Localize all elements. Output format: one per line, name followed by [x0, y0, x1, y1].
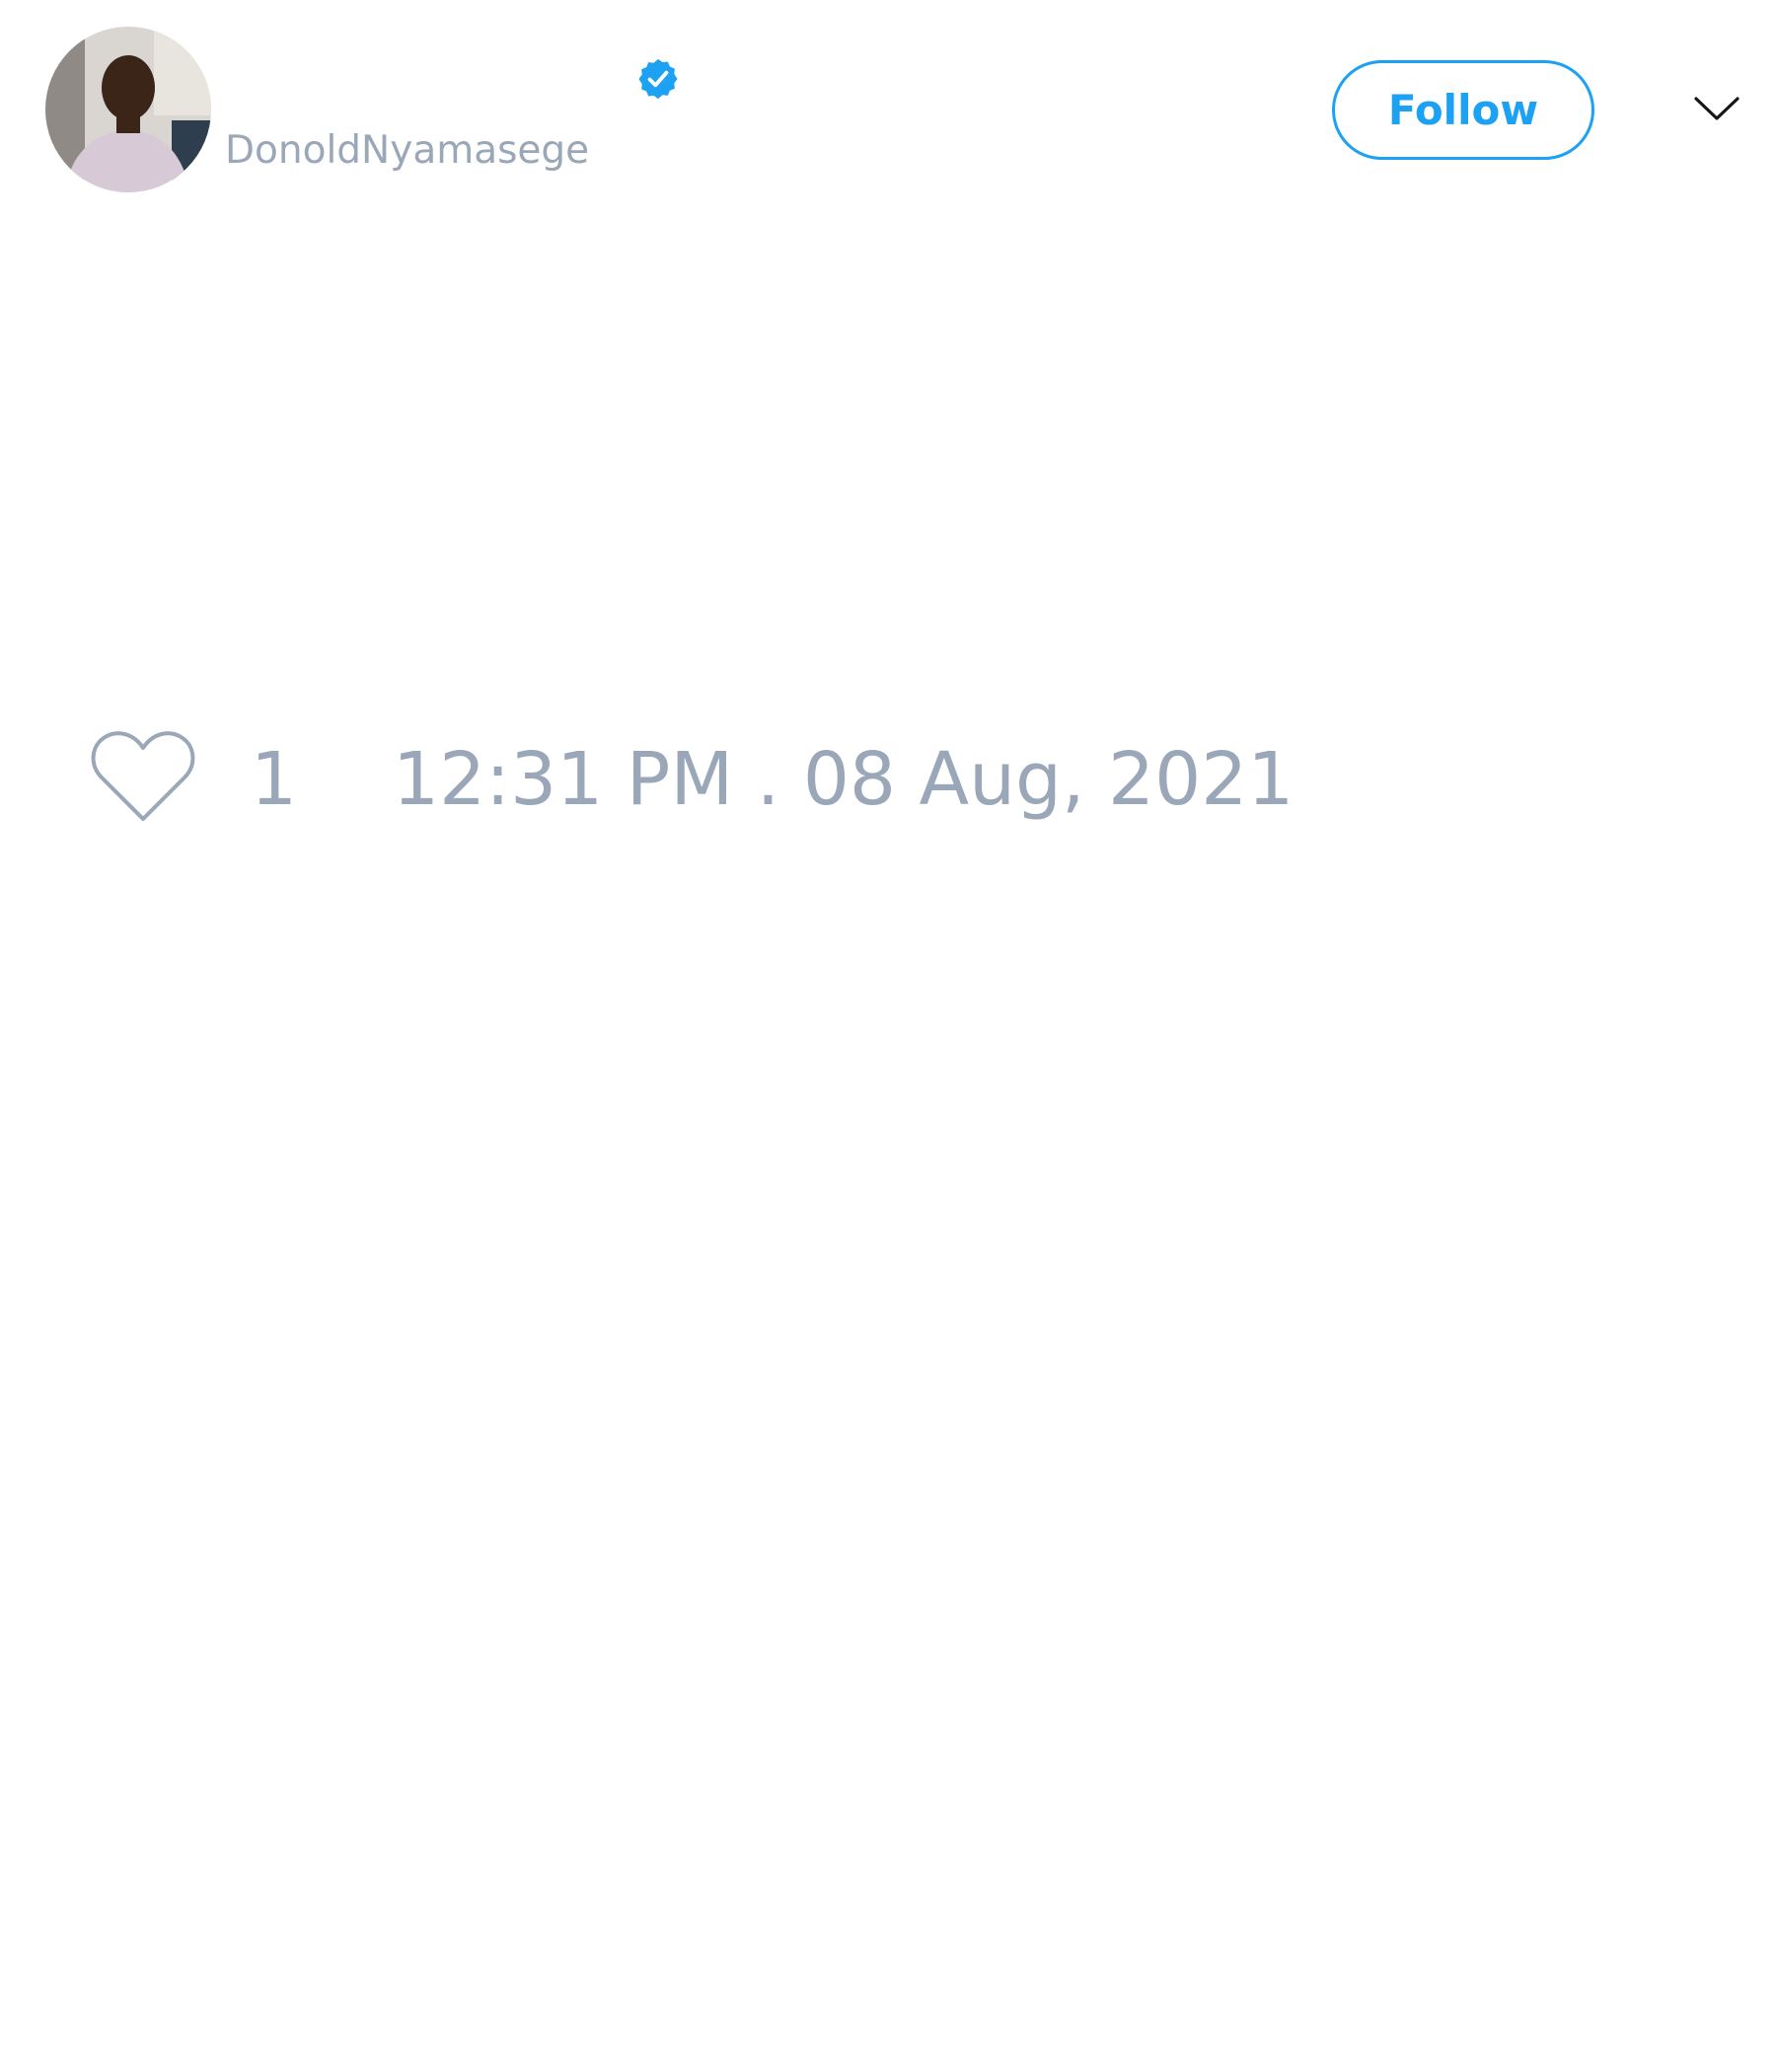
like-count: 1 [251, 737, 298, 822]
tweet-timestamp[interactable]: 12:31 PM . 08 Aug, 2021 [393, 737, 1294, 822]
verified-badge-icon [638, 58, 678, 100]
avatar-photo [45, 27, 211, 192]
heart-icon[interactable] [89, 728, 197, 827]
follow-button[interactable]: Follow [1332, 60, 1594, 160]
user-handle[interactable]: DonoldNyamasege [225, 125, 589, 177]
avatar[interactable] [45, 27, 211, 192]
chevron-down-icon[interactable] [1693, 91, 1740, 126]
